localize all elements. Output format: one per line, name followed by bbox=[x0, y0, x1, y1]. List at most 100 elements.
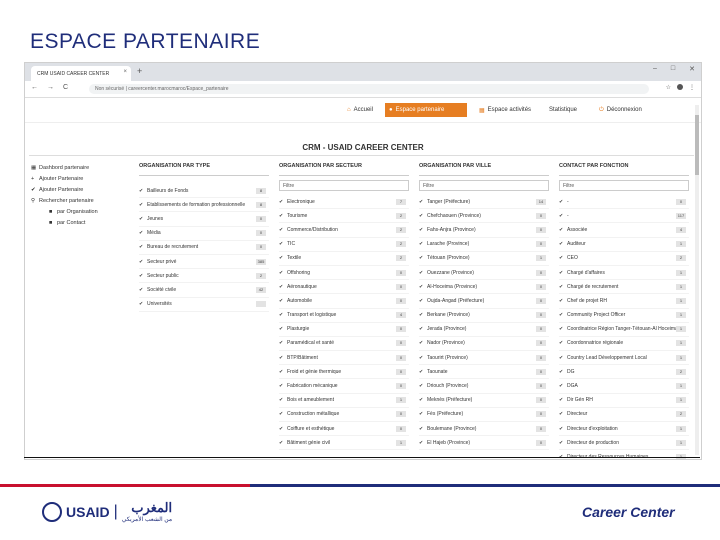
check-icon[interactable]: ✔ bbox=[419, 284, 427, 290]
list-item[interactable]: ✔ Directeur de production 1 bbox=[559, 436, 689, 451]
sidebar-item-search-partner[interactable]: ⚲ Rechercher partenaire bbox=[31, 196, 133, 207]
check-icon[interactable]: ✔ bbox=[139, 244, 147, 250]
check-icon[interactable]: ✔ bbox=[559, 270, 567, 276]
check-icon[interactable]: ✔ bbox=[139, 188, 147, 194]
list-item[interactable]: ✔ Chargé de recrutement 1 bbox=[559, 280, 689, 295]
list-item[interactable]: ✔ Taourirt (Province) 0 bbox=[419, 351, 549, 366]
check-icon[interactable]: ✔ bbox=[419, 227, 427, 233]
check-icon[interactable]: ✔ bbox=[139, 202, 147, 208]
nav-espace-partenaire[interactable]: ● Espace partenaire bbox=[385, 103, 467, 117]
list-item[interactable]: ✔ Établissements de formation professionn… bbox=[139, 198, 269, 213]
check-icon[interactable]: ✔ bbox=[279, 383, 287, 389]
check-icon[interactable]: ✔ bbox=[559, 326, 567, 332]
list-item[interactable]: ✔ Country Lead Développement Local 1 bbox=[559, 351, 689, 366]
back-arrow-icon[interactable]: ← bbox=[31, 84, 38, 91]
list-item[interactable]: ✔ Fabrication mécanique 0 bbox=[279, 379, 409, 394]
check-icon[interactable]: ✔ bbox=[279, 199, 287, 205]
check-icon[interactable]: ✔ bbox=[279, 326, 287, 332]
list-item[interactable]: ✔ Community Project Officer 1 bbox=[559, 309, 689, 323]
check-icon[interactable]: ✔ bbox=[279, 298, 287, 304]
check-icon[interactable]: ✔ bbox=[279, 284, 287, 290]
list-item[interactable]: ✔ Chef de projet RH 1 bbox=[559, 294, 689, 309]
menu-icon[interactable]: ⋮ bbox=[689, 84, 695, 91]
list-item[interactable]: ✔ Froid et génie thermique 0 bbox=[279, 365, 409, 380]
list-item[interactable]: ✔ Plasturgie 0 bbox=[279, 323, 409, 337]
list-item[interactable]: ✔Directeur des Ressources Humaines1 bbox=[559, 450, 689, 459]
check-icon[interactable]: ✔ bbox=[419, 355, 427, 361]
list-item[interactable]: ✔ Média 0 bbox=[139, 227, 269, 241]
maximize-icon[interactable]: □ bbox=[671, 65, 675, 73]
check-icon[interactable]: ✔ bbox=[419, 440, 427, 446]
check-icon[interactable]: ✔ bbox=[419, 326, 427, 332]
list-item[interactable]: ✔ Chefchaouen (Province) 0 bbox=[419, 209, 549, 224]
check-icon[interactable]: ✔ bbox=[279, 397, 287, 403]
sidebar-item-add-partner-2[interactable]: ✔ Ajouter Partenaire bbox=[31, 185, 133, 196]
check-icon[interactable]: ✔ bbox=[419, 241, 427, 247]
list-item[interactable]: ✔ El Hajeb (Province) 0 bbox=[419, 436, 549, 451]
sidebar-item-add-partner[interactable]: + Ajouter Partenaire bbox=[31, 174, 133, 185]
list-item[interactable]: ✔ Fès (Préfecture) 0 bbox=[419, 408, 549, 422]
check-icon[interactable]: ✔ bbox=[559, 426, 567, 432]
check-icon[interactable]: ✔ bbox=[559, 355, 567, 361]
check-icon[interactable]: ✔ bbox=[559, 383, 567, 389]
list-item[interactable]: ✔ Électronique 7 bbox=[279, 195, 409, 210]
list-item[interactable]: ✔ Fahs-Anjra (Province) 0 bbox=[419, 223, 549, 238]
list-item[interactable]: ✔ Auditeur 1 bbox=[559, 238, 689, 252]
check-icon[interactable]: ✔ bbox=[559, 284, 567, 290]
check-icon[interactable]: ✔ bbox=[419, 213, 427, 219]
check-icon[interactable]: ✔ bbox=[559, 312, 567, 318]
check-icon[interactable]: ✔ bbox=[279, 426, 287, 432]
check-icon[interactable]: ✔ bbox=[279, 312, 287, 318]
list-item[interactable]: ✔ Associée 4 bbox=[559, 223, 689, 238]
nav-espace-activites[interactable]: ▦ Espace activités bbox=[475, 103, 535, 117]
list-item[interactable]: ✔ DGA 1 bbox=[559, 379, 689, 394]
check-icon[interactable]: ✔ bbox=[559, 397, 567, 403]
list-item[interactable]: ✔ Driouch (Province) 0 bbox=[419, 379, 549, 394]
check-icon[interactable]: ✔ bbox=[139, 259, 147, 265]
check-icon[interactable]: ✔ bbox=[279, 213, 287, 219]
check-icon[interactable]: ✔ bbox=[279, 369, 287, 375]
list-item[interactable]: ✔ Transport et logistique 4 bbox=[279, 309, 409, 323]
list-item[interactable]: ✔ Jerada (Province) 0 bbox=[419, 323, 549, 337]
nav-accueil[interactable]: ⌂ Accueil bbox=[343, 103, 377, 117]
list-item[interactable]: ✔ DG 2 bbox=[559, 365, 689, 380]
list-item[interactable]: ✔ Universités bbox=[139, 298, 269, 312]
list-item[interactable]: ✔ Jeunes 0 bbox=[139, 212, 269, 227]
check-icon[interactable]: ✔ bbox=[419, 270, 427, 276]
list-item[interactable]: ✔ - 117 bbox=[559, 209, 689, 224]
list-item[interactable]: ✔ Automobile 0 bbox=[279, 294, 409, 309]
check-icon[interactable]: ✔ bbox=[419, 199, 427, 205]
list-item[interactable]: ✔ Dir Gén RH 1 bbox=[559, 394, 689, 408]
list-item[interactable]: ✔ TIC 2 bbox=[279, 238, 409, 252]
list-item[interactable]: ✔ Coordonnatrice régionale 1 bbox=[559, 337, 689, 352]
browser-tab[interactable]: CRM USAID CAREER CENTER × bbox=[31, 66, 131, 81]
scrollbar-thumb[interactable] bbox=[695, 115, 699, 175]
check-icon[interactable]: ✔ bbox=[559, 213, 567, 219]
list-item[interactable]: ✔ Coordinatrice Région Tanger-Tétouan-Al … bbox=[559, 323, 689, 337]
list-item[interactable]: ✔ Commerce/Distribution 2 bbox=[279, 223, 409, 238]
check-icon[interactable]: ✔ bbox=[559, 298, 567, 304]
sidebar-item-dashboard[interactable]: ▦ Dashbord partenaire bbox=[31, 163, 133, 174]
check-icon[interactable]: ✔ bbox=[139, 301, 147, 307]
filter-input[interactable]: Filtre bbox=[559, 180, 689, 191]
list-item[interactable]: ✔ Meknès (Préfecture) 0 bbox=[419, 394, 549, 408]
list-item[interactable]: ✔ Construction métallique 0 bbox=[279, 408, 409, 422]
list-item[interactable]: ✔ Offshoring 0 bbox=[279, 266, 409, 281]
check-icon[interactable]: ✔ bbox=[279, 227, 287, 233]
check-icon[interactable]: ✔ bbox=[559, 255, 567, 261]
check-icon[interactable]: ✔ bbox=[279, 411, 287, 417]
window-close-icon[interactable]: ✕ bbox=[689, 65, 695, 73]
list-item[interactable]: ✔ Chargé d'affaires 1 bbox=[559, 266, 689, 281]
check-icon[interactable]: ✔ bbox=[419, 255, 427, 261]
check-icon[interactable]: ✔ bbox=[419, 312, 427, 318]
check-icon[interactable]: ✔ bbox=[139, 230, 147, 236]
check-icon[interactable]: ✔ bbox=[139, 287, 147, 293]
list-item[interactable]: ✔ Bailleurs de Fonds 8 bbox=[139, 184, 269, 199]
check-icon[interactable]: ✔ bbox=[279, 340, 287, 346]
nav-deconnexion[interactable]: ⏻ Déconnexion bbox=[595, 103, 646, 117]
list-item[interactable]: ✔ Secteur privé 385 bbox=[139, 255, 269, 270]
check-icon[interactable]: ✔ bbox=[559, 241, 567, 247]
check-icon[interactable]: ✔ bbox=[559, 411, 567, 417]
list-item[interactable]: ✔ Al-Hoceima (Province) 0 bbox=[419, 280, 549, 295]
list-item[interactable]: ✔ Directeur 2 bbox=[559, 408, 689, 422]
